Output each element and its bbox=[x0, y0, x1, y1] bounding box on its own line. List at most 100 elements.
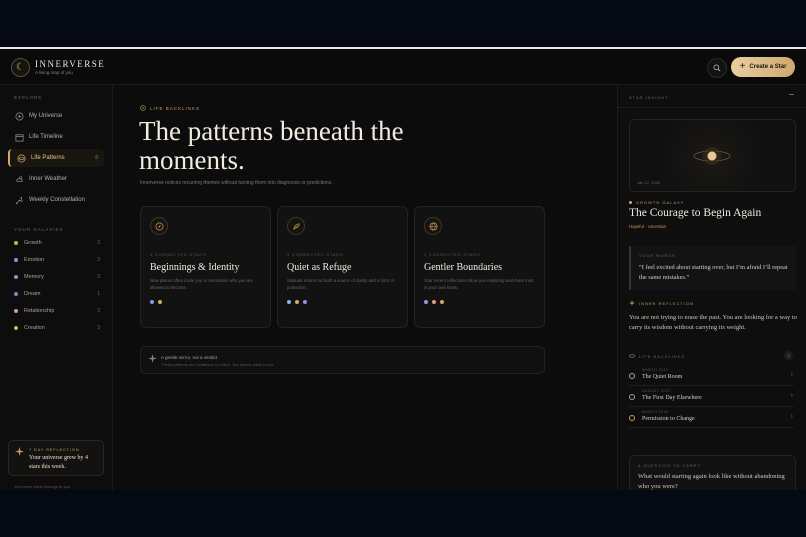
page-title: The patterns beneath the moments. bbox=[139, 116, 404, 175]
card-desc: Solitude returns as both a source of cla… bbox=[287, 278, 394, 290]
card-desc: Your recent reflections show you explori… bbox=[424, 278, 534, 290]
galaxy-dot bbox=[14, 309, 18, 313]
backlinks-label: LIFE BACKLINKS bbox=[629, 353, 685, 359]
galaxy-dream[interactable]: Dream 1 bbox=[14, 291, 100, 297]
backlink-title: The Quiet Room bbox=[642, 374, 683, 380]
galaxies-label: YOUR GALAXIES bbox=[14, 227, 64, 232]
sparkle-icon bbox=[15, 447, 24, 456]
ring-icon bbox=[629, 373, 635, 379]
card-dots bbox=[150, 300, 162, 304]
galaxy-dot bbox=[14, 275, 18, 279]
privacy-footer: Your inner world belongs to you bbox=[14, 484, 70, 489]
backlink-date: MARCH 2019 bbox=[642, 368, 669, 372]
weekly-reflection-card[interactable]: 7 DAY REFLECTION Your universe grew by 4… bbox=[8, 440, 104, 476]
galaxy-label: Dream bbox=[24, 291, 41, 297]
letterbox-bottom bbox=[0, 490, 806, 537]
galaxy-memory[interactable]: Memory 3 bbox=[14, 274, 100, 280]
nav-life-timeline[interactable]: Life Timeline bbox=[8, 128, 104, 146]
galaxy-count: 3 bbox=[97, 274, 100, 280]
backlink-row[interactable]: MARCH 2019 The Quiet Room › bbox=[629, 365, 794, 386]
backlinks-title: LIFE BACKLINKS bbox=[639, 353, 686, 359]
collapse-icon[interactable] bbox=[789, 94, 794, 95]
search-icon bbox=[713, 64, 721, 72]
question-text: What would starting again look like with… bbox=[638, 473, 785, 490]
nav-label: Inner Weather bbox=[29, 176, 67, 182]
nav-inner-weather[interactable]: Inner Weather bbox=[8, 170, 104, 188]
card-desc: New places often invite you to reconside… bbox=[150, 278, 253, 290]
pattern-icon bbox=[16, 153, 26, 163]
link-icon bbox=[140, 105, 146, 111]
galaxy-dot bbox=[287, 300, 291, 304]
inner-reflection-title: INNER REFLECTION bbox=[639, 300, 694, 306]
galaxy-dot bbox=[150, 300, 154, 304]
galaxy-label: Growth bbox=[24, 240, 42, 246]
pattern-card[interactable]: 3 CONNECTED STARS Quiet as Refuge Solitu… bbox=[277, 206, 408, 328]
card-title: Gentler Boundaries bbox=[424, 262, 503, 273]
emotion-tags: Hopeful · Uncertain bbox=[629, 224, 667, 229]
globe-icon bbox=[424, 217, 442, 235]
galaxy-count: 3 bbox=[97, 257, 100, 263]
ring-icon bbox=[629, 415, 635, 421]
galaxy-count: 3 bbox=[97, 308, 100, 314]
galaxy-label: Memory bbox=[24, 274, 44, 280]
galaxy-dot bbox=[14, 258, 18, 262]
create-star-button[interactable]: + Create a Star bbox=[731, 57, 795, 77]
galaxy-emotion[interactable]: Emotion 3 bbox=[14, 257, 100, 263]
pattern-card[interactable]: 4 CONNECTED STARS Beginnings & Identity … bbox=[140, 206, 271, 328]
nav-label: Weekly Constellation bbox=[29, 197, 85, 203]
galaxy-dot bbox=[629, 201, 632, 204]
galaxy-name: GROWTH GALAXY bbox=[636, 200, 685, 205]
backlink-date: AUGUST 2022 bbox=[642, 389, 671, 393]
reflection-label: 7 DAY REFLECTION bbox=[29, 447, 80, 452]
galaxy-dot bbox=[295, 300, 299, 304]
galaxy-relationship[interactable]: Relationship 3 bbox=[14, 308, 100, 314]
galaxy-dot bbox=[14, 241, 18, 245]
card-kicker: 3 CONNECTED STARS bbox=[287, 252, 344, 257]
create-star-label: Create a Star bbox=[749, 64, 787, 70]
galaxy-count: 3 bbox=[97, 325, 100, 331]
galaxy-tag: GROWTH GALAXY bbox=[629, 200, 684, 205]
gentle-mirror-note: A gentle mirror, not a verdict These pat… bbox=[140, 346, 545, 374]
eyebrow-label: LIFE BACKLINKS bbox=[150, 105, 201, 111]
compass-icon bbox=[150, 217, 168, 235]
mirror-title: A gentle mirror, not a verdict bbox=[161, 355, 218, 360]
galaxy-dot bbox=[432, 300, 436, 304]
galaxy-growth[interactable]: Growth 3 bbox=[14, 240, 100, 246]
galaxy-dot bbox=[14, 292, 18, 296]
inner-reflection-text: You are not trying to erase the past. Yo… bbox=[629, 314, 797, 331]
galaxy-dot bbox=[440, 300, 444, 304]
nav-label: Life Timeline bbox=[29, 134, 63, 140]
letterbox-top bbox=[0, 0, 806, 47]
nav-life-patterns[interactable]: Life Patterns 8 bbox=[8, 149, 104, 167]
mirror-text: These patterns are invitations to reflec… bbox=[161, 362, 275, 367]
sidebar: EXPLORE My Universe Life Timeline Life P… bbox=[0, 85, 113, 490]
weather-icon bbox=[14, 174, 24, 184]
pattern-card[interactable]: 3 CONNECTED STARS Gentler Boundaries You… bbox=[414, 206, 545, 328]
nav-weekly-constellation[interactable]: Weekly Constellation bbox=[8, 191, 104, 209]
question-label: A QUESTION TO CARRY bbox=[638, 464, 701, 468]
brand-name: INNERVERSE bbox=[35, 59, 106, 69]
sparkle-icon bbox=[148, 354, 157, 363]
words-quote: “I feel excited about starting over, but… bbox=[639, 264, 788, 281]
backlink-title: Permission to Change bbox=[642, 416, 695, 422]
words-label: YOUR WORDS bbox=[639, 254, 676, 258]
star-preview[interactable]: Jan 12, 2026 bbox=[629, 119, 796, 192]
galaxy-count: 3 bbox=[97, 240, 100, 246]
constellation-icon bbox=[14, 195, 24, 205]
backlink-row[interactable]: AUGUST 2022 The First Day Elsewhere › bbox=[629, 386, 794, 407]
calendar-icon bbox=[14, 132, 24, 142]
backlink-row[interactable]: MARCH 2025 Permission to Change › bbox=[629, 407, 794, 428]
logo-icon[interactable]: ☾ bbox=[11, 58, 30, 77]
star-title: The Courage to Begin Again bbox=[629, 207, 762, 219]
star-insight-panel: STAR INSIGHT Jan 12, 2026 GROWTH GALAXY … bbox=[617, 85, 806, 490]
chevron-right-icon: › bbox=[790, 413, 793, 420]
galaxy-dot bbox=[303, 300, 307, 304]
galaxy-creation[interactable]: Creation 3 bbox=[14, 325, 100, 331]
sparkle-icon bbox=[629, 300, 635, 306]
galaxy-dot bbox=[158, 300, 162, 304]
nav-my-universe[interactable]: My Universe bbox=[8, 107, 104, 125]
question-card: A QUESTION TO CARRY What would starting … bbox=[629, 455, 796, 490]
backlink-date: MARCH 2025 bbox=[642, 410, 669, 414]
search-button[interactable] bbox=[707, 58, 727, 78]
app-window: ☾ INNERVERSE A living map of you + Creat… bbox=[0, 49, 806, 490]
